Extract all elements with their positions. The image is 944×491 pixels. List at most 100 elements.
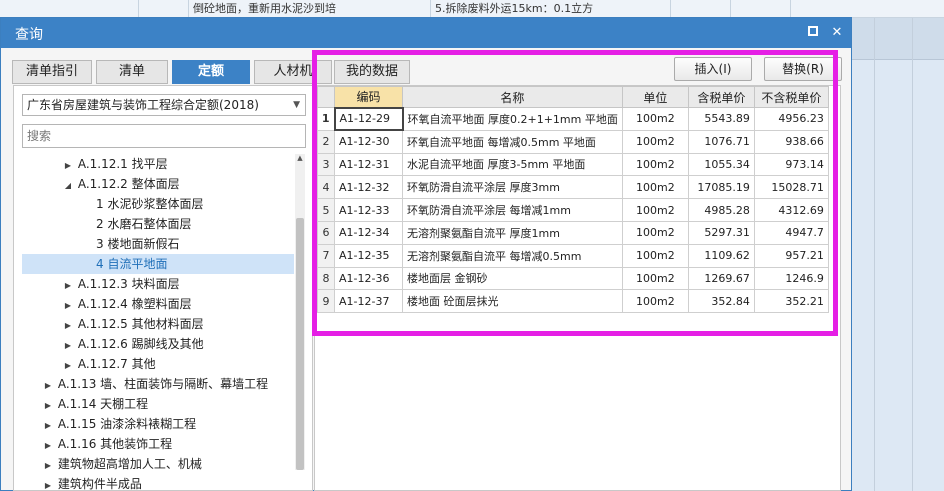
cell-tax-price[interactable]: 352.84 — [687, 289, 755, 314]
tree-item[interactable]: ◢ A.1.12.2 整体面层 — [22, 174, 294, 194]
cell-price[interactable]: 4947.7 — [753, 220, 829, 245]
cell-unit[interactable]: 100m2 — [621, 266, 689, 291]
expand-icon[interactable]: ▶ — [62, 296, 74, 316]
cell-tax-price[interactable]: 17085.19 — [687, 175, 755, 200]
cell-code[interactable]: A1-12-31 — [334, 152, 403, 177]
cell-name[interactable]: 楼地面 砼面层抹光 — [402, 289, 623, 314]
cell-tax-price[interactable]: 1055.34 — [687, 152, 755, 177]
tree-item[interactable]: 1 水泥砂浆整体面层 — [22, 194, 294, 214]
close-icon[interactable]: ✕ — [827, 23, 847, 43]
expand-icon[interactable]: ▶ — [42, 476, 54, 491]
tree-item[interactable]: ▶ A.1.12.6 踢脚线及其他 — [22, 334, 294, 354]
cell-name[interactable]: 环氧防滑自流平涂层 每增减1mm — [402, 198, 623, 222]
cell-name[interactable]: 环氧防滑自流平涂层 厚度3mm — [402, 175, 623, 200]
tree-item[interactable]: ▶ A.1.12.7 其他 — [22, 354, 294, 374]
tree-item[interactable]: ▶ A.1.14 天棚工程 — [22, 394, 294, 414]
cell-price[interactable]: 973.14 — [753, 152, 829, 177]
quota-select[interactable]: 广东省房屋建筑与装饰工程综合定额(2018) ▼ — [22, 94, 306, 116]
column-header-price[interactable]: 不含税单价 — [753, 86, 829, 108]
table-row[interactable]: 1 A1-12-29 环氧自流平地面 厚度0.2+1+1mm 平地面 100m2… — [317, 106, 829, 132]
cell-unit[interactable]: 100m2 — [621, 289, 689, 314]
cell-price[interactable]: 957.21 — [753, 243, 829, 268]
column-header-code[interactable]: 编码 — [334, 86, 403, 108]
tree-scrollbar[interactable]: ▲ — [295, 154, 305, 470]
scrollbar-thumb[interactable] — [296, 218, 304, 470]
cell-tax-price[interactable]: 1109.62 — [687, 243, 755, 268]
column-header-name[interactable]: 名称 — [402, 86, 623, 108]
tree-item[interactable]: ▶ A.1.13 墙、柱面装饰与隔断、幕墙工程 — [22, 374, 294, 394]
cell-name[interactable]: 无溶剂聚氨酯自流平 厚度1mm — [402, 220, 623, 245]
table-row[interactable]: 5 A1-12-33 环氧防滑自流平涂层 每增减1mm 100m2 4985.2… — [317, 198, 829, 222]
table-row[interactable]: 2 A1-12-30 环氧自流平地面 每增减0.5mm 平地面 100m2 10… — [317, 129, 829, 154]
cell-code[interactable]: A1-12-29 — [333, 106, 404, 132]
tab-quota[interactable]: 定额 — [172, 60, 250, 84]
table-row[interactable]: 9 A1-12-37 楼地面 砼面层抹光 100m2 352.84 352.21 — [317, 289, 829, 314]
table-row[interactable]: 6 A1-12-34 无溶剂聚氨酯自流平 厚度1mm 100m2 5297.31… — [317, 220, 829, 245]
cell-name[interactable]: 水泥自流平地面 厚度3-5mm 平地面 — [402, 152, 623, 177]
dialog-titlebar[interactable]: 查询 ✕ — [1, 18, 851, 48]
chevron-down-icon[interactable]: ▼ — [293, 95, 300, 115]
expand-icon[interactable]: ▶ — [42, 396, 54, 416]
cell-unit[interactable]: 100m2 — [621, 129, 689, 154]
tab-labor-material[interactable]: 人材机 — [254, 60, 332, 84]
expand-icon[interactable]: ▶ — [62, 336, 74, 356]
cell-code[interactable]: A1-12-30 — [334, 129, 403, 154]
cell-price[interactable]: 15028.71 — [753, 175, 829, 200]
tree-item[interactable]: ▶ A.1.15 油漆涂料裱糊工程 — [22, 414, 294, 434]
cell-price[interactable]: 938.66 — [753, 129, 829, 154]
cell-tax-price[interactable]: 4985.28 — [687, 198, 755, 222]
tab-list-guide[interactable]: 清单指引 — [12, 60, 92, 84]
tree-item[interactable]: ▶ 建筑构件半成品 — [22, 474, 294, 491]
cell-tax-price[interactable]: 5543.89 — [687, 107, 755, 131]
tree-item[interactable]: ▶ A.1.12.4 橡塑料面层 — [22, 294, 294, 314]
cell-price[interactable]: 352.21 — [753, 289, 829, 314]
tree-item[interactable]: 3 楼地面新假石 — [22, 234, 294, 254]
tree-item[interactable]: ▶ A.1.16 其他装饰工程 — [22, 434, 294, 454]
cell-tax-price[interactable]: 5297.31 — [687, 220, 755, 245]
expand-icon[interactable]: ▶ — [62, 276, 74, 296]
cell-unit[interactable]: 100m2 — [621, 175, 689, 200]
cell-name[interactable]: 环氧自流平地面 每增减0.5mm 平地面 — [402, 129, 623, 154]
expand-icon[interactable]: ▶ — [42, 456, 54, 476]
expand-icon[interactable]: ▶ — [62, 156, 74, 176]
cell-price[interactable]: 1246.9 — [753, 266, 829, 291]
column-header-tax-price[interactable]: 含税单价 — [687, 86, 755, 108]
column-header-unit[interactable]: 单位 — [621, 86, 689, 108]
cell-price[interactable]: 4312.69 — [753, 198, 829, 222]
cell-unit[interactable]: 100m2 — [621, 198, 689, 222]
table-row[interactable]: 4 A1-12-32 环氧防滑自流平涂层 厚度3mm 100m2 17085.1… — [317, 175, 829, 200]
expand-icon[interactable]: ▶ — [62, 356, 74, 376]
expand-icon[interactable]: ▶ — [42, 376, 54, 396]
tree-item[interactable]: ▶ A.1.12.3 块料面层 — [22, 274, 294, 294]
cell-tax-price[interactable]: 1269.67 — [687, 266, 755, 291]
tree-item[interactable]: 2 水磨石整体面层 — [22, 214, 294, 234]
cell-unit[interactable]: 100m2 — [621, 152, 689, 177]
tab-list[interactable]: 清单 — [96, 60, 168, 84]
cell-unit[interactable]: 100m2 — [621, 243, 689, 268]
cell-code[interactable]: A1-12-36 — [334, 266, 403, 291]
cell-name[interactable]: 环氧自流平地面 厚度0.2+1+1mm 平地面 — [402, 107, 623, 131]
cell-unit[interactable]: 100m2 — [621, 220, 689, 245]
collapse-icon[interactable]: ◢ — [62, 176, 74, 196]
cell-code[interactable]: A1-12-32 — [334, 175, 403, 200]
tree-item-selected[interactable]: 4 自流平地面 — [22, 254, 294, 274]
expand-icon[interactable]: ▶ — [42, 416, 54, 436]
cell-code[interactable]: A1-12-34 — [334, 220, 403, 245]
cell-name[interactable]: 无溶剂聚氨酯自流平 每增减0.5mm — [402, 243, 623, 268]
tree-item[interactable]: ▶ A.1.12.1 找平层 — [22, 154, 294, 174]
expand-icon[interactable]: ▶ — [42, 436, 54, 456]
tree-item[interactable]: ▶ A.1.12.5 其他材料面层 — [22, 314, 294, 334]
cell-tax-price[interactable]: 1076.71 — [687, 129, 755, 154]
cell-name[interactable]: 楼地面层 金钢砂 — [402, 266, 623, 291]
table-row[interactable]: 3 A1-12-31 水泥自流平地面 厚度3-5mm 平地面 100m2 105… — [317, 152, 829, 177]
replace-button[interactable]: 替换(R) — [764, 57, 842, 81]
search-input[interactable] — [22, 124, 306, 148]
tree-item[interactable]: ▶ 建筑物超高增加人工、机械 — [22, 454, 294, 474]
cell-unit[interactable]: 100m2 — [621, 107, 689, 131]
maximize-icon[interactable] — [803, 23, 823, 43]
cell-code[interactable]: A1-12-35 — [334, 243, 403, 268]
scroll-up-icon[interactable]: ▲ — [296, 154, 304, 162]
insert-button[interactable]: 插入(I) — [674, 57, 752, 81]
cell-code[interactable]: A1-12-37 — [334, 289, 403, 314]
cell-price[interactable]: 4956.23 — [753, 107, 829, 131]
